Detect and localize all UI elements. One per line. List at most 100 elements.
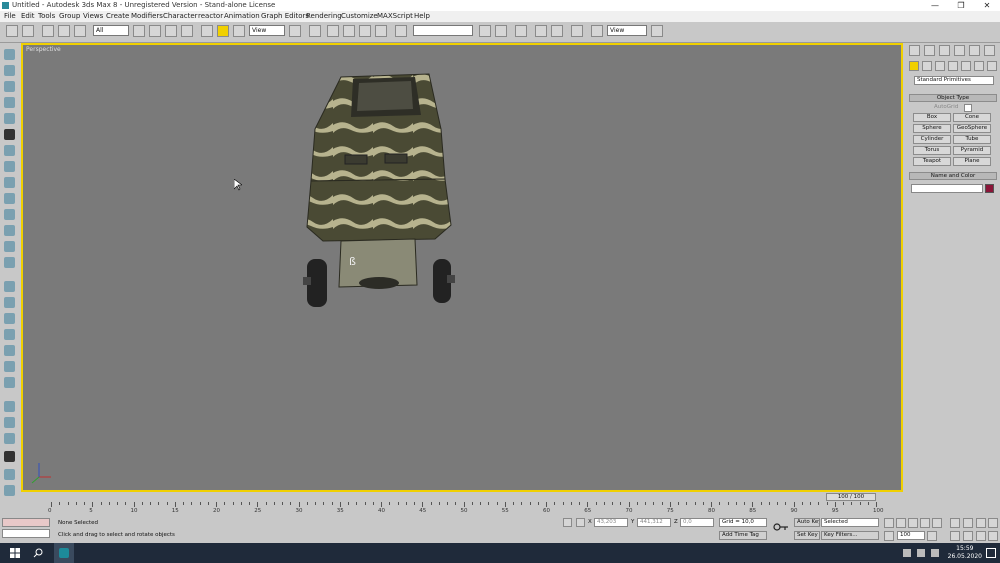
previous-frame-icon[interactable] — [896, 518, 906, 528]
minimize-button[interactable]: — — [922, 0, 948, 11]
tool-icon[interactable] — [4, 469, 15, 480]
key-mode-toggle-icon[interactable] — [884, 531, 894, 541]
tool-icon[interactable] — [4, 329, 15, 340]
render-type-dropdown[interactable]: View — [607, 25, 647, 36]
utilities-tab-icon[interactable] — [984, 45, 995, 56]
arc-rotate-icon[interactable] — [976, 531, 986, 541]
layer-manager-icon[interactable] — [515, 25, 527, 37]
tool-icon[interactable] — [4, 485, 15, 496]
perspective-viewport[interactable]: Perspective ß — [21, 43, 903, 492]
key-icon[interactable] — [773, 522, 789, 532]
pyramid-button[interactable]: Pyramid — [953, 146, 991, 155]
close-button[interactable]: ✕ — [974, 0, 1000, 11]
menu-edit[interactable]: Edit — [21, 12, 35, 20]
select-manipulate-icon[interactable] — [309, 25, 321, 37]
motion-tab-icon[interactable] — [954, 45, 965, 56]
tool-icon[interactable] — [4, 257, 15, 268]
tool-icon[interactable] — [4, 345, 15, 356]
tool-icon[interactable] — [4, 313, 15, 324]
shapes-icon[interactable] — [922, 61, 932, 71]
tool-icon[interactable] — [4, 433, 15, 444]
window-crossing-icon[interactable] — [181, 25, 193, 37]
taskbar-3dsmax-app[interactable] — [54, 543, 74, 563]
key-mode-dropdown[interactable]: Selected — [821, 518, 879, 527]
tool-icon[interactable] — [4, 241, 15, 252]
menu-views[interactable]: Views — [83, 12, 103, 20]
tool-icon[interactable] — [4, 145, 15, 156]
current-frame-field[interactable]: 100 — [897, 531, 925, 540]
geosphere-button[interactable]: GeoSphere — [953, 124, 991, 133]
maximize-viewport-icon[interactable] — [988, 531, 998, 541]
curve-editor-icon[interactable] — [535, 25, 547, 37]
tool-icon[interactable] — [4, 417, 15, 428]
zoom-extents-all-icon[interactable] — [988, 518, 998, 528]
menu-help[interactable]: Help — [414, 12, 430, 20]
menu-file[interactable]: File — [4, 12, 16, 20]
maxscript-listener-output[interactable] — [2, 529, 50, 538]
object-color-swatch[interactable] — [985, 184, 994, 193]
display-tab-icon[interactable] — [969, 45, 980, 56]
tube-button[interactable]: Tube — [953, 135, 991, 144]
bind-space-warp-icon[interactable] — [74, 25, 86, 37]
next-frame-icon[interactable] — [920, 518, 930, 528]
unlink-icon[interactable] — [58, 25, 70, 37]
select-scale-icon[interactable] — [233, 25, 245, 37]
tool-icon[interactable] — [4, 451, 15, 462]
pivot-center-icon[interactable] — [289, 25, 301, 37]
geometry-icon[interactable] — [909, 61, 919, 71]
taskbar-clock[interactable]: 15:59 26.05.2020 — [948, 545, 982, 561]
rectangular-selection-icon[interactable] — [165, 25, 177, 37]
notification-icon[interactable] — [986, 548, 996, 558]
tool-icon[interactable] — [4, 361, 15, 372]
time-configuration-icon[interactable] — [927, 531, 937, 541]
lights-icon[interactable] — [935, 61, 945, 71]
menu-reactor[interactable]: reactor — [198, 12, 223, 20]
spinner-snap-icon[interactable] — [375, 25, 387, 37]
y-coordinate-field[interactable]: 441,312 — [637, 518, 671, 527]
schematic-view-icon[interactable] — [551, 25, 563, 37]
align-icon[interactable] — [495, 25, 507, 37]
tool-icon[interactable] — [4, 225, 15, 236]
tool-icon[interactable] — [4, 161, 15, 172]
select-by-name-icon[interactable] — [149, 25, 161, 37]
reference-coordinate-dropdown[interactable]: View — [249, 25, 285, 36]
tool-icon[interactable] — [4, 297, 15, 308]
menu-maxscript[interactable]: MAXScript — [377, 12, 413, 20]
maximize-button[interactable]: ❐ — [948, 0, 974, 11]
select-rotate-icon[interactable] — [217, 25, 229, 37]
category-dropdown[interactable]: Standard Primitives — [914, 76, 994, 85]
material-editor-icon[interactable] — [571, 25, 583, 37]
auto-key-button[interactable]: Auto Key — [794, 518, 820, 527]
redo-icon[interactable] — [22, 25, 34, 37]
tray-icon[interactable] — [931, 549, 939, 557]
x-coordinate-field[interactable]: 43,203 — [594, 518, 628, 527]
select-object-icon[interactable] — [133, 25, 145, 37]
menu-animation[interactable]: Animation — [224, 12, 260, 20]
tool-icon[interactable] — [4, 49, 15, 60]
windows-start-icon[interactable] — [10, 548, 20, 558]
systems-icon[interactable] — [987, 61, 997, 71]
hierarchy-tab-icon[interactable] — [939, 45, 950, 56]
track-bar[interactable]: 0 5 10 15 20 25 30 35 40 45 50 55 60 65 70 75 80 85 90 95 10… — [21, 502, 903, 516]
tool-icon[interactable] — [4, 401, 15, 412]
box-button[interactable]: Box — [913, 113, 951, 122]
tool-icon[interactable] — [4, 377, 15, 388]
autogrid-checkbox[interactable] — [964, 104, 972, 112]
absolute-mode-icon[interactable] — [576, 518, 585, 527]
teapot-button[interactable]: Teapot — [913, 157, 951, 166]
object-type-rollout[interactable]: Object Type — [909, 94, 997, 102]
go-to-end-icon[interactable] — [932, 518, 942, 528]
menu-graph-editors[interactable]: Graph Editors — [261, 12, 309, 20]
menu-tools[interactable]: Tools — [38, 12, 55, 20]
play-icon[interactable] — [908, 518, 918, 528]
render-scene-icon[interactable] — [591, 25, 603, 37]
mirror-icon[interactable] — [479, 25, 491, 37]
tool-icon[interactable] — [4, 129, 15, 140]
quick-render-icon[interactable] — [651, 25, 663, 37]
torus-button[interactable]: Torus — [913, 146, 951, 155]
menu-character[interactable]: Character — [163, 12, 198, 20]
vehicle-model[interactable]: ß — [293, 69, 463, 319]
menu-customize[interactable]: Customize — [341, 12, 378, 20]
cameras-icon[interactable] — [948, 61, 958, 71]
modify-tab-icon[interactable] — [924, 45, 935, 56]
